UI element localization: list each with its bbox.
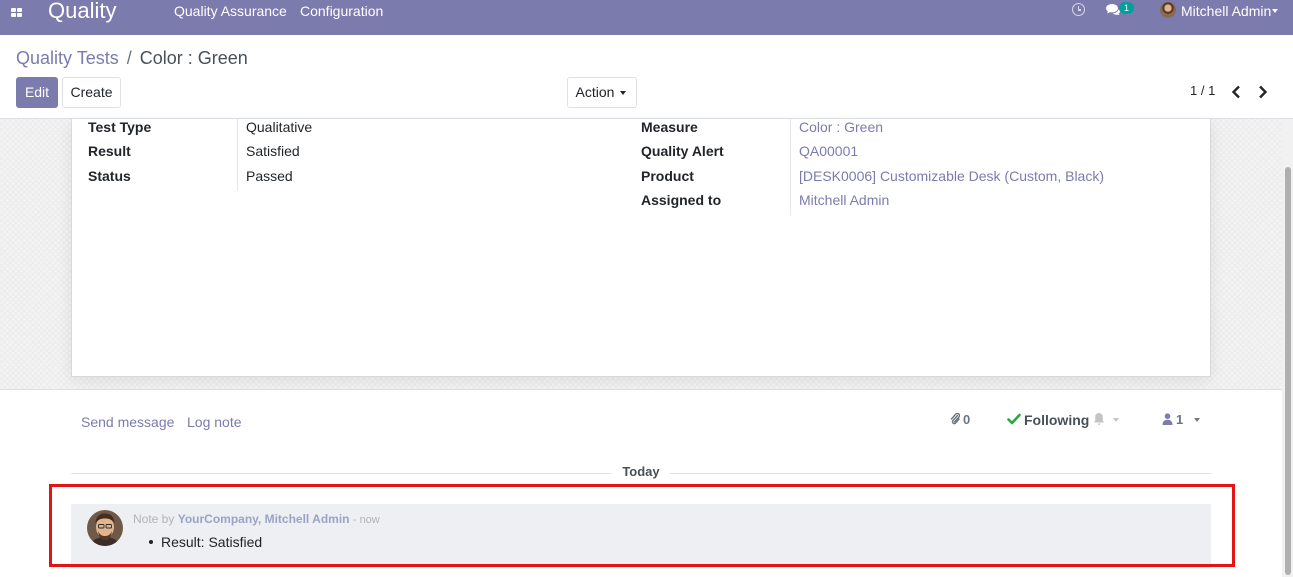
- message-header: Note by YourCompany, Mitchell Admin - no…: [133, 512, 380, 527]
- right-column-divider: [790, 119, 791, 215]
- action-dropdown[interactable]: Action: [567, 77, 637, 108]
- user-avatar[interactable]: [1160, 2, 1176, 18]
- field-label-status: Status: [88, 168, 131, 184]
- field-link-quality-alert[interactable]: QA00001: [799, 143, 858, 159]
- field-label-product: Product: [641, 168, 694, 184]
- breadcrumb-separator: /: [126, 48, 132, 68]
- send-message-button[interactable]: Send message: [81, 414, 174, 430]
- date-separator-line: [670, 473, 1211, 474]
- control-panel: Quality Tests / Color : Green Edit Creat…: [0, 35, 1293, 119]
- followers-count[interactable]: 1: [1176, 412, 1183, 428]
- message-prefix: Note by: [133, 512, 175, 526]
- chat-badge: 1: [1119, 2, 1134, 14]
- form-sheet: Test Type Qualitative Result Satisfied S…: [71, 119, 1211, 377]
- field-link-product[interactable]: [DESK0006] Customizable Desk (Custom, Bl…: [799, 168, 1104, 184]
- bell-icon[interactable]: [1093, 412, 1105, 426]
- apps-menu-icon[interactable]: [9, 6, 23, 20]
- chevron-down-icon[interactable]: [1194, 418, 1200, 422]
- chevron-down-icon[interactable]: [1113, 418, 1119, 422]
- user-icon[interactable]: [1162, 413, 1173, 425]
- create-button[interactable]: Create: [62, 77, 121, 108]
- following-button[interactable]: Following: [1024, 412, 1089, 428]
- field-value-status: Passed: [246, 168, 293, 184]
- app-name[interactable]: Quality: [48, 0, 116, 24]
- user-menu[interactable]: Mitchell Admin: [1181, 3, 1271, 19]
- field-value-test-type: Qualitative: [246, 119, 313, 135]
- edit-button[interactable]: Edit: [16, 77, 58, 108]
- date-separator-label: Today: [612, 464, 670, 480]
- log-note-button[interactable]: Log note: [187, 414, 242, 430]
- breadcrumb: Quality Tests / Color : Green: [16, 47, 248, 69]
- chat-icon[interactable]: [1106, 4, 1120, 15]
- field-value-result: Satisfied: [246, 143, 300, 159]
- pager-next-icon[interactable]: [1257, 85, 1269, 99]
- message-tracking-value: Result: Satisfied: [161, 534, 263, 550]
- pager-previous-icon[interactable]: [1230, 85, 1242, 99]
- activity-clock-icon[interactable]: [1072, 3, 1085, 16]
- field-label-assigned-to: Assigned to: [641, 192, 722, 208]
- field-label-test-type: Test Type: [88, 119, 152, 135]
- scrollbar-thumb[interactable]: [1285, 167, 1291, 575]
- paperclip-icon[interactable]: [950, 412, 960, 426]
- breadcrumb-parent[interactable]: Quality Tests: [16, 48, 119, 68]
- date-separator-line: [71, 473, 611, 474]
- field-label-result: Result: [88, 143, 131, 159]
- action-label: Action: [575, 84, 615, 100]
- menu-quality-assurance[interactable]: Quality Assurance: [174, 3, 287, 19]
- message-body: Result: Satisfied: [149, 534, 263, 550]
- author-avatar[interactable]: [87, 510, 123, 546]
- chevron-down-icon[interactable]: [1272, 9, 1278, 13]
- attachments-count[interactable]: 0: [963, 412, 970, 428]
- menu-configuration[interactable]: Configuration: [300, 3, 383, 19]
- field-link-assigned-to[interactable]: Mitchell Admin: [799, 192, 889, 208]
- field-label-quality-alert: Quality Alert: [641, 143, 724, 159]
- chatter-message: Note by YourCompany, Mitchell Admin - no…: [71, 504, 1211, 568]
- left-column-divider: [237, 119, 238, 191]
- caret-down-icon: [620, 91, 626, 95]
- check-icon: [1007, 413, 1021, 425]
- breadcrumb-current: Color : Green: [139, 48, 248, 68]
- message-time: - now: [352, 514, 380, 526]
- top-navbar: Quality Quality Assurance Configuration …: [0, 0, 1293, 35]
- bullet: [149, 540, 153, 544]
- pager-value[interactable]: 1 / 1: [1190, 83, 1215, 99]
- field-link-measure[interactable]: Color : Green: [799, 119, 883, 135]
- message-author[interactable]: YourCompany, Mitchell Admin: [178, 512, 350, 526]
- field-label-measure: Measure: [641, 119, 698, 135]
